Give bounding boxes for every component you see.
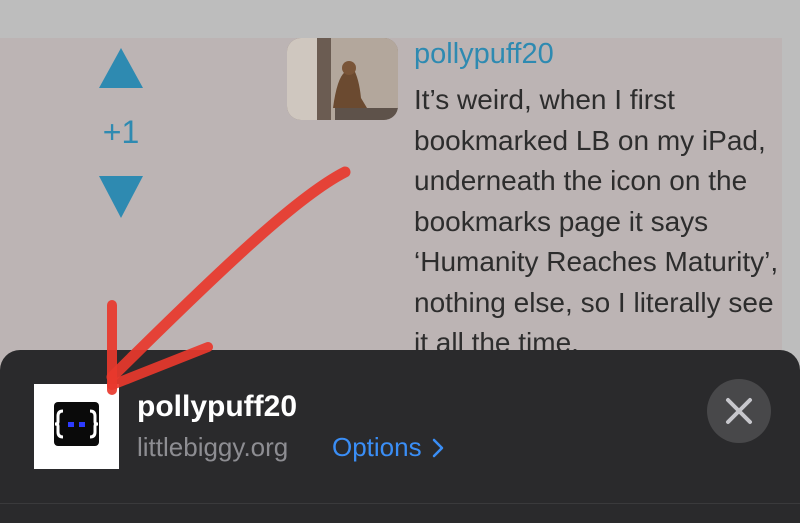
annotation-arrow: [106, 166, 351, 395]
